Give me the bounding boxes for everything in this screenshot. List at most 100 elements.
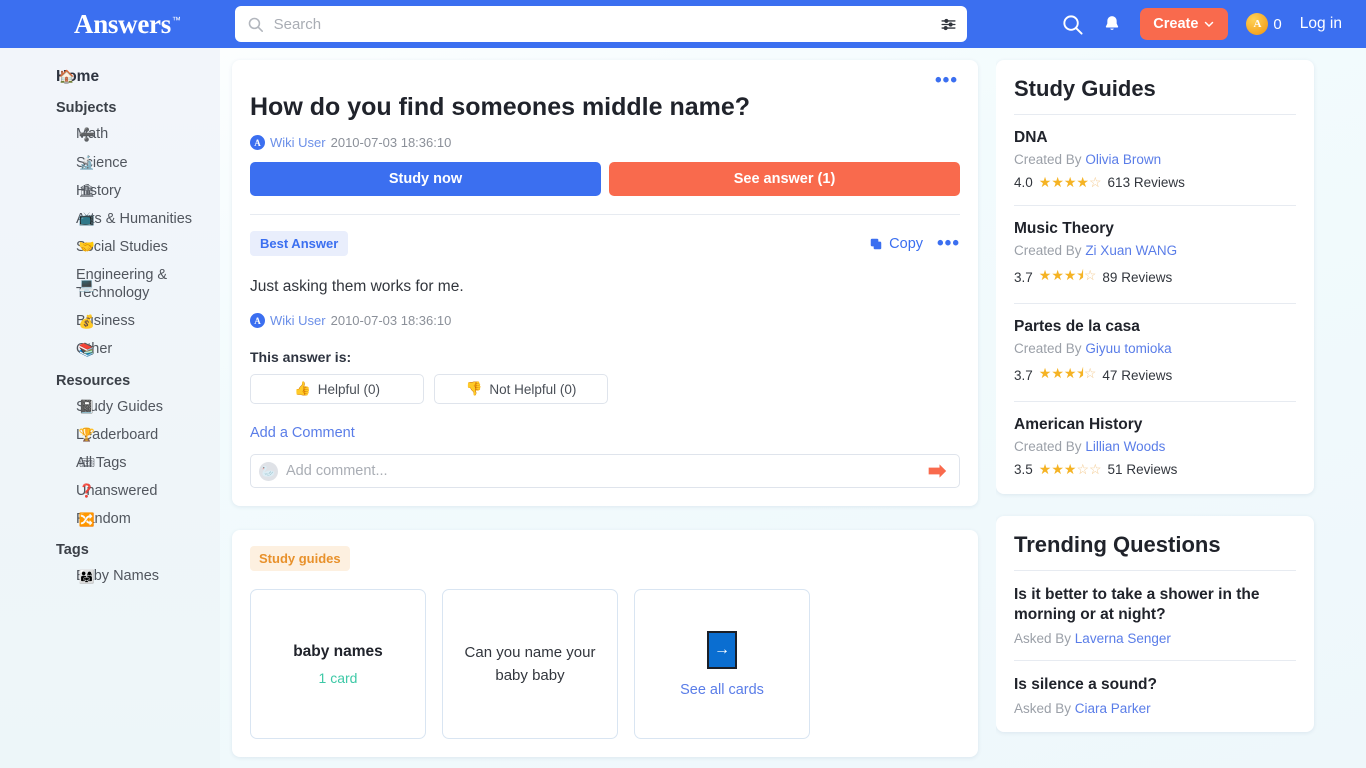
best-answer-badge: Best Answer [250, 231, 349, 256]
notifications-bell-icon[interactable] [1102, 14, 1122, 34]
study-guide-author[interactable]: Olivia Brown [1085, 152, 1161, 167]
laptop-icon: 💻 [78, 276, 96, 292]
create-button[interactable]: Create [1140, 8, 1229, 40]
vote-prompt: This answer is: [250, 349, 352, 365]
see-all-cards-tile[interactable]: → See all cards [634, 589, 810, 739]
trending-question-author[interactable]: Ciara Parker [1075, 701, 1151, 716]
sidebar-heading-subjects: Subjects [56, 100, 117, 117]
trending-question-text[interactable]: Is silence a sound? [1014, 675, 1296, 695]
study-guide-item[interactable]: DNA Created By Olivia Brown 4.0 ★★★★☆ 61… [1014, 115, 1296, 191]
sidebar-item-history[interactable]: 🏛 History [0, 177, 220, 205]
study-guide-name[interactable]: Partes de la casa [1014, 318, 1296, 336]
trending-questions-panel: Trending Questions Is it better to take … [996, 516, 1314, 733]
notebook-icon: 📓 [78, 399, 96, 415]
coin-icon: A [1246, 13, 1269, 35]
copy-button[interactable]: Copy [869, 236, 923, 252]
question-more-options-icon[interactable]: ••• [935, 71, 958, 90]
coin-balance[interactable]: A 0 [1246, 13, 1282, 35]
study-guide-item[interactable]: American History Created By Lillian Wood… [1014, 401, 1296, 478]
study-guide-item[interactable]: Music Theory Created By Zi Xuan WANG 3.7… [1014, 205, 1296, 289]
sidebar-item-all-tags[interactable]: 🎟 All Tags [0, 449, 220, 477]
sidebar-item-social-studies[interactable]: 🤝 Social Studies [0, 233, 220, 261]
answer-more-options-icon[interactable]: ••• [937, 234, 960, 253]
search-toggle-icon[interactable] [1061, 13, 1084, 36]
answer-author[interactable]: Wiki User [270, 313, 326, 328]
study-guides-panel-title: Study Guides [1014, 76, 1156, 101]
not-helpful-button[interactable]: 👎 Not Helpful (0) [434, 374, 608, 404]
sidebar-item-unanswered[interactable]: ❓ Unanswered [0, 477, 220, 505]
sidebar-item-study-guides[interactable]: 📓 Study Guides [0, 393, 220, 421]
answer-header: Best Answer Copy ••• [250, 231, 960, 256]
chevron-down-icon [1205, 21, 1214, 28]
filter-icon[interactable] [940, 16, 957, 33]
page-title: How do you find someones middle name? [250, 93, 751, 121]
study-guide-name[interactable]: American History [1014, 416, 1296, 434]
see-all-cards-link[interactable]: See all cards [680, 682, 764, 698]
trending-question-text[interactable]: Is it better to take a shower in the mor… [1014, 585, 1296, 625]
avatar: A [250, 135, 265, 150]
review-count: 613 Reviews [1107, 175, 1185, 190]
sidebar-item-baby-names[interactable]: 👨‍👩‍👧 Baby Names [0, 562, 220, 590]
study-guide-author[interactable]: Giyuu tomioka [1085, 341, 1171, 356]
sidebar-item-business[interactable]: 💰 Business [0, 307, 220, 335]
thumbs-down-icon: 👎 [465, 381, 483, 396]
trending-question-item[interactable]: Is silence a sound? Asked By Ciara Parke… [1014, 660, 1296, 716]
study-guide-author[interactable]: Lillian Woods [1085, 439, 1165, 454]
comment-input-row[interactable]: 🦢 [250, 454, 960, 488]
study-guides-panel: Study Guides DNA Created By Olivia Brown… [996, 60, 1314, 494]
search-input[interactable] [263, 15, 940, 33]
sidebar-heading-tags: Tags [56, 542, 89, 559]
trending-question-author[interactable]: Laverna Senger [1075, 631, 1171, 646]
question-byline: A Wiki User 2010-07-03 18:36:10 [250, 135, 960, 150]
sidebar-item-other[interactable]: 📚 Other [0, 335, 220, 363]
study-card-question[interactable]: Can you name your baby baby [442, 589, 618, 739]
study-card-title[interactable]: baby names 1 card [250, 589, 426, 739]
trending-question-item[interactable]: Is it better to take a shower in the mor… [1014, 571, 1296, 646]
money-icon: 💰 [78, 313, 96, 329]
science-icon: 🔬 [78, 155, 96, 171]
study-guide-name[interactable]: DNA [1014, 129, 1296, 147]
question-card: ••• How do you find someones middle name… [232, 60, 978, 506]
main-content: ••• How do you find someones middle name… [220, 48, 996, 768]
thumbs-up-icon: 👍 [293, 381, 311, 396]
created-by-label: Created By [1014, 439, 1082, 454]
study-now-button[interactable]: Study now [250, 162, 601, 196]
helpful-button[interactable]: 👍 Helpful (0) [250, 374, 424, 404]
study-guide-author[interactable]: Zi Xuan WANG [1085, 243, 1177, 258]
study-guide-item[interactable]: Partes de la casa Created By Giyuu tomio… [1014, 303, 1296, 387]
rating-value: 3.7 [1014, 269, 1033, 285]
login-link[interactable]: Log in [1300, 15, 1342, 33]
study-guide-creator: Created By Olivia Brown [1014, 152, 1296, 167]
sidebar-item-random[interactable]: 🔀 Random [0, 505, 220, 533]
star-rating-icon: ★★★⯨☆ [1038, 267, 1097, 283]
asked-by-label: Asked By [1014, 631, 1072, 647]
trending-questions-title: Trending Questions [1014, 532, 1221, 557]
add-comment-link[interactable]: Add a Comment [250, 425, 355, 441]
study-guides-badge: Study guides [250, 546, 350, 571]
study-card-title-text: baby names [293, 642, 383, 660]
trophy-icon: 🏆 [78, 427, 96, 443]
sidebar-item-math[interactable]: ➗ Math [0, 120, 220, 148]
sidebar-item-leaderboard[interactable]: 🏆 Leaderboard [0, 421, 220, 449]
sidebar-item-home[interactable]: 🏠 Home [0, 62, 220, 91]
comment-input[interactable] [286, 463, 919, 479]
rating-value: 3.7 [1014, 367, 1033, 383]
sidebar-heading-resources: Resources [56, 372, 131, 389]
study-guide-rating: 3.7 ★★★⯨☆ 89 Reviews [1014, 265, 1296, 289]
study-guide-name[interactable]: Music Theory [1014, 220, 1296, 238]
site-logo[interactable]: Answers™ [74, 10, 181, 38]
sidebar-item-science[interactable]: 🔬 Science [0, 149, 220, 177]
sidebar-item-engineering-technology[interactable]: 💻 Engineering & Technology [0, 261, 220, 307]
review-count: 89 Reviews [1102, 269, 1173, 285]
see-answer-button[interactable]: See answer (1) [609, 162, 960, 196]
study-guide-creator: Created By Giyuu tomioka [1014, 341, 1296, 356]
study-card-question-text: Can you name your baby baby [464, 643, 596, 684]
question-author[interactable]: Wiki User [270, 135, 326, 150]
send-comment-icon[interactable] [927, 463, 947, 479]
arts-icon: 📺 [78, 211, 96, 227]
not-helpful-label: Not Helpful (0) [489, 381, 577, 397]
study-card-count: 1 card [318, 669, 358, 686]
study-guide-rating: 3.7 ★★★⯨☆ 47 Reviews [1014, 363, 1296, 387]
sidebar-item-arts-humanities[interactable]: 📺 Arts & Humanities [0, 205, 220, 233]
search-bar[interactable] [234, 6, 967, 42]
